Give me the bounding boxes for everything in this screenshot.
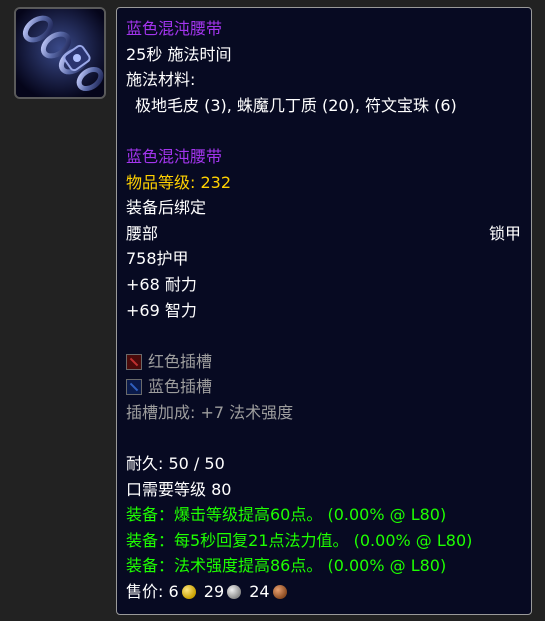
slot-row: 腰部 锁甲 — [126, 221, 521, 247]
bind-type: 装备后绑定 — [126, 198, 207, 218]
socket-label: 蓝色插槽 — [148, 377, 213, 397]
socket-bonus: 插槽加成: +7 法术强度 — [126, 402, 294, 422]
equip-effect-spellpower: 装备：法术强度提高86点。 (0.00% @ L80) — [126, 556, 447, 576]
armor-value: 758护甲 — [126, 249, 189, 269]
blue-socket-icon — [126, 379, 142, 396]
socket-blue: 蓝色插槽 — [126, 374, 521, 400]
sell-price: 售价: 6 29 24 — [126, 579, 521, 605]
armor-type: 锁甲 — [488, 223, 521, 243]
materials-label: 施法材料: — [126, 70, 196, 90]
stat-stamina: +68 耐力 — [126, 274, 197, 294]
durability: 耐久: 50 / 50 — [126, 454, 225, 474]
item-tooltip: 蓝色混沌腰带 25秒 施法时间 施法材料: 极地毛皮 (3), 蛛魔几丁质 (2… — [116, 7, 532, 615]
red-socket-icon — [126, 353, 142, 370]
copper-coin-icon — [272, 585, 287, 600]
socket-label: 红色插槽 — [148, 351, 213, 371]
cast-time: 25秒 施法时间 — [126, 44, 232, 64]
gold-coin-icon — [181, 585, 196, 600]
equip-effect-crit: 装备：爆击等级提高60点。 (0.00% @ L80) — [126, 505, 447, 525]
recipe-title: 蓝色混沌腰带 — [126, 19, 223, 38]
slot: 腰部 — [126, 223, 159, 243]
item-level-value: 232 — [200, 172, 232, 192]
required-level: 口需要等级 80 — [126, 479, 232, 499]
gold-amount: 6 — [168, 582, 179, 602]
stat-intellect: +69 智力 — [126, 300, 197, 320]
sell-price-label: 售价: — [126, 582, 164, 602]
equip-effect-mp5: 装备：每5秒回复21点法力值。 (0.00% @ L80) — [126, 530, 473, 550]
materials-list: 极地毛皮 (3), 蛛魔几丁质 (20), 符文宝珠 (6) — [135, 95, 457, 115]
item-name: 蓝色混沌腰带 — [126, 146, 223, 166]
silver-amount: 29 — [203, 582, 225, 602]
item-level-label: 物品等级: — [126, 172, 196, 192]
item-level: 物品等级: 232 — [126, 170, 521, 196]
chain-belt-icon — [16, 9, 104, 97]
item-icon[interactable] — [14, 7, 106, 99]
copper-amount: 24 — [249, 582, 270, 602]
socket-red: 红色插槽 — [126, 349, 521, 375]
silver-coin-icon — [227, 585, 242, 600]
